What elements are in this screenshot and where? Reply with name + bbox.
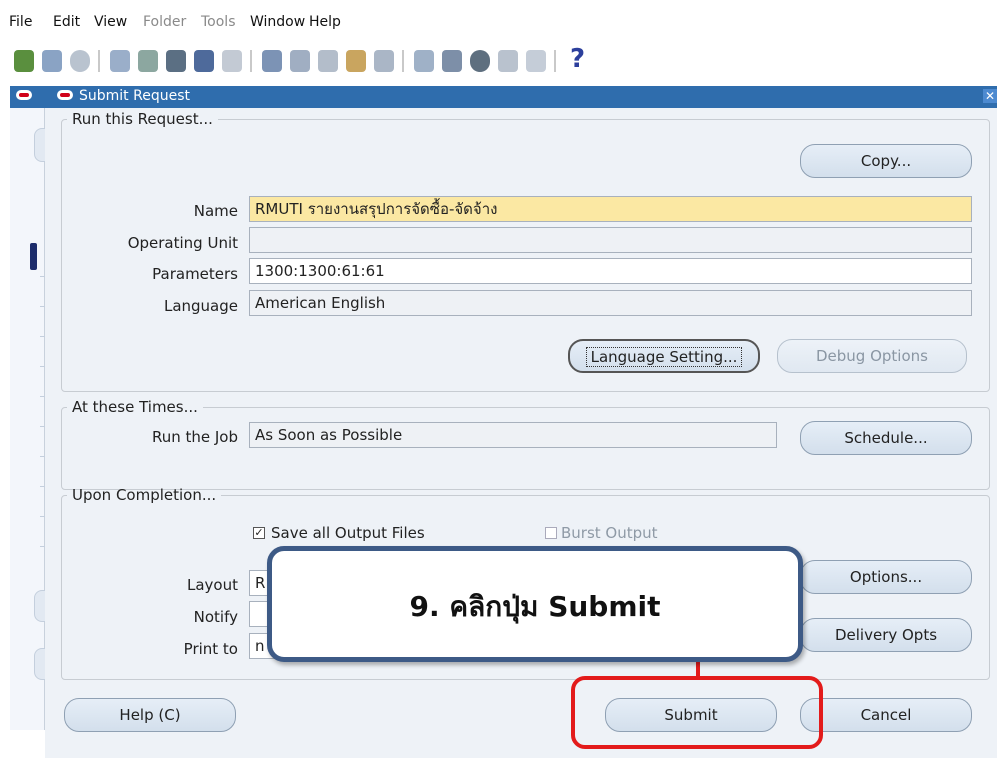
menu-tools[interactable]: Tools xyxy=(201,14,236,30)
operating-unit-label: Operating Unit xyxy=(127,234,238,252)
oracle-logo-icon xyxy=(57,90,73,100)
run-request-legend: Run this Request... xyxy=(72,110,213,128)
new-record-icon[interactable] xyxy=(14,50,34,72)
delete-record-icon[interactable] xyxy=(374,50,394,72)
cut-icon[interactable] xyxy=(262,50,282,72)
save-output-checkbox[interactable]: ✓ xyxy=(253,527,265,539)
toolbar-separator xyxy=(554,50,556,72)
oracle-logo-icon xyxy=(16,90,32,100)
cancel-button[interactable]: Cancel xyxy=(800,698,972,732)
help-icon[interactable]: ? xyxy=(570,44,585,74)
menu-bar: File Edit View Folder Tools Window Help xyxy=(0,0,997,46)
save-icon[interactable] xyxy=(110,50,130,72)
print-to-label: Print to xyxy=(183,640,238,658)
parameters-label: Parameters xyxy=(152,265,238,283)
toolbar-separator xyxy=(250,50,252,72)
language-setting-button[interactable]: Language Setting... xyxy=(568,339,760,373)
folder-tools-icon[interactable] xyxy=(526,50,546,72)
delivery-options-button[interactable]: Delivery Opts xyxy=(800,618,972,652)
menu-help[interactable]: Help xyxy=(309,14,341,30)
save-output-label: Save all Output Files xyxy=(271,524,425,542)
help-button[interactable]: Help (C) xyxy=(64,698,236,732)
menu-folder[interactable]: Folder xyxy=(143,14,186,30)
completion-legend: Upon Completion... xyxy=(72,486,217,504)
navigator-icon[interactable] xyxy=(70,50,90,72)
operating-unit-field[interactable] xyxy=(249,227,972,253)
toolbar-separator xyxy=(402,50,404,72)
clear-record-icon[interactable] xyxy=(346,50,366,72)
print-icon[interactable] xyxy=(166,50,186,72)
menu-view[interactable]: View xyxy=(94,14,127,30)
parent-window-gutter xyxy=(10,108,54,730)
window-title-bar: Submit Request ✕ xyxy=(10,86,997,108)
menu-edit[interactable]: Edit xyxy=(53,14,80,30)
parameters-field[interactable]: 1300:1300:61:61 xyxy=(249,258,972,284)
copy-button[interactable]: Copy... xyxy=(800,144,972,178)
close-form-icon[interactable] xyxy=(222,50,242,72)
language-field[interactable]: American English xyxy=(249,290,972,316)
next-step-icon[interactable] xyxy=(138,50,158,72)
print-preview-icon[interactable] xyxy=(194,50,214,72)
language-setting-label: Language Setting... xyxy=(585,347,743,367)
toolbar-separator xyxy=(98,50,100,72)
notify-label: Notify xyxy=(193,608,238,626)
attachments-icon[interactable] xyxy=(498,50,518,72)
burst-output-checkbox[interactable] xyxy=(545,527,557,539)
name-field[interactable]: RMUTI รายงานสรุปการจัดซื้อ-จัดจ้าง xyxy=(249,196,972,222)
schedule-button[interactable]: Schedule... xyxy=(800,421,972,455)
copy-icon[interactable] xyxy=(290,50,310,72)
paste-icon[interactable] xyxy=(318,50,338,72)
translations-icon[interactable] xyxy=(470,50,490,72)
options-button[interactable]: Options... xyxy=(800,560,972,594)
submit-highlight-box xyxy=(571,676,823,749)
name-label: Name xyxy=(193,202,238,220)
run-job-field[interactable]: As Soon as Possible xyxy=(249,422,777,448)
language-label: Language xyxy=(163,297,238,315)
instruction-text: 9. คลิกปุ่ม Submit xyxy=(409,590,661,623)
current-record-indicator xyxy=(30,243,37,270)
toolbar: ? xyxy=(14,44,774,78)
debug-options-button[interactable]: Debug Options xyxy=(777,339,967,373)
edit-field-icon[interactable] xyxy=(414,50,434,72)
window-title: Submit Request xyxy=(79,88,190,104)
burst-output-label: Burst Output xyxy=(561,524,658,542)
close-icon[interactable]: ✕ xyxy=(983,89,997,103)
instruction-callout: 9. คลิกปุ่ม Submit xyxy=(267,546,803,662)
menu-window[interactable]: Window xyxy=(250,14,305,30)
zoom-icon[interactable] xyxy=(442,50,462,72)
find-icon[interactable] xyxy=(42,50,62,72)
run-job-label: Run the Job xyxy=(151,428,238,446)
menu-file[interactable]: File xyxy=(9,14,32,30)
layout-label: Layout xyxy=(187,576,238,594)
schedule-legend: At these Times... xyxy=(72,398,198,416)
